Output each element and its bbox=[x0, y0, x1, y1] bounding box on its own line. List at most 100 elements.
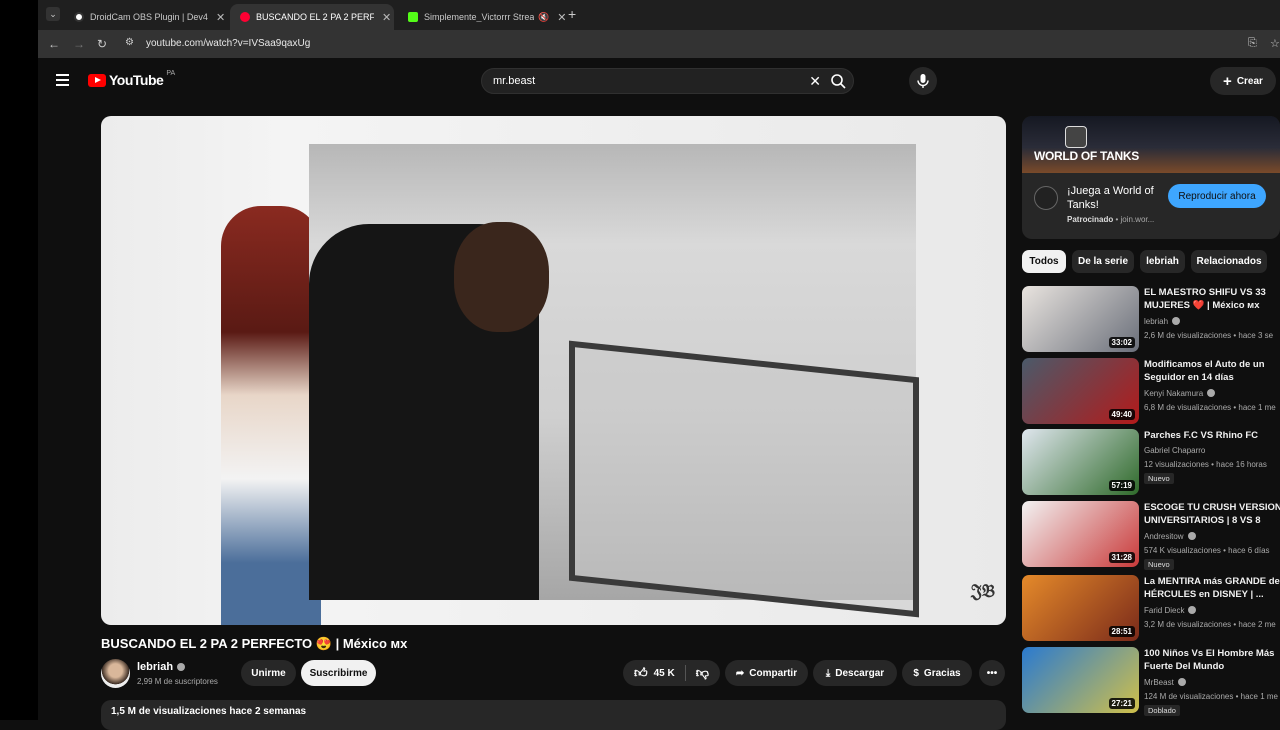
video-frame bbox=[309, 144, 919, 618]
clear-search-icon[interactable]: ✕ bbox=[809, 73, 821, 90]
channel-text: MrBeast bbox=[1144, 678, 1174, 687]
tab-droidcam[interactable]: DroidCam OBS Plugin | Dev47A ✕ bbox=[64, 4, 226, 30]
reload-icon[interactable]: ↻ bbox=[97, 37, 107, 51]
recommendation-meta: 574 K visualizaciones • hace 6 días bbox=[1144, 546, 1270, 555]
ad-brand-text: WORLD OF TANKS bbox=[1034, 149, 1139, 163]
ad-domain: join.wor... bbox=[1120, 215, 1155, 224]
create-label: Crear bbox=[1236, 75, 1263, 87]
close-tab-icon[interactable]: ✕ bbox=[382, 11, 391, 24]
background-dancer bbox=[221, 206, 321, 625]
title-line-1: Parches F.C VS Rhino FC bbox=[1144, 430, 1259, 441]
duration-badge: 31:28 bbox=[1108, 552, 1135, 563]
more-actions-button[interactable]: ••• bbox=[979, 660, 1005, 686]
chip-relacionados[interactable]: Relacionados bbox=[1191, 250, 1267, 273]
download-label: Descargar bbox=[835, 667, 885, 679]
video-title: BUSCANDO EL 2 PA 2 PERFECTO 😍 | México ᴍ… bbox=[101, 636, 408, 651]
forward-icon[interactable]: → bbox=[73, 37, 85, 51]
recommendation-item[interactable]: 31:28 ESCOGE TU CRUSH VERSION UNIVERSITAR… bbox=[1022, 501, 1280, 570]
title-line-1: Modificamos el Auto de un bbox=[1144, 359, 1265, 370]
recommendation-item[interactable]: 49:40 Modificamos el Auto de un Seguidor … bbox=[1022, 358, 1280, 424]
recommendation-title: Modificamos el Auto de un Seguidor en 14 … bbox=[1144, 358, 1280, 384]
recommendation-item[interactable]: 57:19 Parches F.C VS Rhino FC Gabriel Ch… bbox=[1022, 429, 1280, 495]
chip-todos[interactable]: Todos bbox=[1022, 250, 1066, 273]
channel-avatar[interactable] bbox=[101, 659, 130, 688]
channel-text: Kenyi Nakamura bbox=[1144, 389, 1204, 398]
chip-lebriah[interactable]: lebriah bbox=[1140, 250, 1185, 273]
muted-icon[interactable]: 🔇 bbox=[538, 12, 549, 23]
recommendation-item[interactable]: 28:51 La MENTIRA más GRANDE de HÉRCULES e… bbox=[1022, 575, 1280, 641]
title-line-1: La MENTIRA más GRANDE de bbox=[1144, 576, 1280, 587]
like-dislike-group: 👍︎ 45 K 👎︎ bbox=[623, 660, 720, 686]
recommendation-channel: Kenyi Nakamura bbox=[1144, 389, 1216, 398]
recommendation-meta: 2,6 M de visualizaciones • hace 3 se bbox=[1144, 331, 1274, 340]
install-app-icon[interactable]: ⎘ bbox=[1248, 37, 1257, 50]
site-settings-icon[interactable]: ⚙ bbox=[125, 37, 134, 48]
tab-youtube-video[interactable]: BUSCANDO EL 2 PA 2 PERFECTO ✕ bbox=[230, 4, 394, 30]
plus-icon: + bbox=[1223, 72, 1232, 90]
chip-label: Relacionados bbox=[1196, 256, 1262, 267]
search-icon bbox=[831, 74, 846, 89]
recommendation-title: Parches F.C VS Rhino FC bbox=[1144, 429, 1280, 442]
dislike-button[interactable]: 👎︎ bbox=[686, 665, 709, 681]
video-player[interactable]: 𝔍𝔅 bbox=[101, 116, 1006, 625]
title-line-1: 100 Niños Vs El Hombre Más bbox=[1144, 648, 1275, 659]
chip-label: De la serie bbox=[1077, 256, 1129, 267]
youtube-icon bbox=[240, 12, 250, 22]
channel-text: Farid Dieck bbox=[1144, 606, 1185, 615]
tab-title: DroidCam OBS Plugin | Dev47A bbox=[90, 12, 208, 22]
chip-label: Todos bbox=[1029, 256, 1059, 267]
verified-icon bbox=[1187, 532, 1196, 540]
search-button[interactable] bbox=[825, 69, 853, 93]
recommendation-item[interactable]: 27:21 100 Niños Vs El Hombre Más Fuerte D… bbox=[1022, 647, 1280, 716]
thumbs-up-icon: 👍︎ bbox=[634, 665, 648, 680]
voice-search-button[interactable] bbox=[909, 67, 937, 95]
sponsored-ad-card[interactable]: WORLD OF TANKS ¡Juega a World of Tanks! … bbox=[1022, 116, 1280, 239]
tab-list-chevron-icon[interactable]: ⌄ bbox=[46, 7, 60, 21]
verified-icon bbox=[177, 663, 186, 671]
play-now-label: Reproducir ahora bbox=[1178, 190, 1256, 202]
subscribe-label: Suscribirme bbox=[309, 667, 368, 679]
ad-title: ¡Juega a World of Tanks! bbox=[1067, 185, 1154, 211]
new-badge: Nuevo bbox=[1144, 473, 1174, 484]
duration-badge: 49:40 bbox=[1108, 409, 1135, 420]
title-line-1: EL MAESTRO SHIFU VS 33 bbox=[1144, 287, 1266, 298]
verified-icon bbox=[1207, 389, 1216, 397]
channel-name[interactable]: lebriah bbox=[137, 661, 186, 673]
recommendation-thumbnail: 31:28 bbox=[1022, 501, 1139, 567]
recommendation-item[interactable]: 33:02 EL MAESTRO SHIFU VS 33 MUJERES ❤️ |… bbox=[1022, 286, 1280, 352]
recommendation-meta: 12 visualizaciones • hace 16 horas bbox=[1144, 460, 1267, 469]
subscribe-button[interactable]: Suscribirme bbox=[301, 660, 376, 686]
share-button[interactable]: ➦ Compartir bbox=[725, 660, 808, 686]
recommendation-thumbnail: 27:21 bbox=[1022, 647, 1139, 713]
recommendation-thumbnail: 33:02 bbox=[1022, 286, 1139, 352]
tab-kick-stream[interactable]: Simplemente_Victorrr Strea 🔇 ✕ bbox=[398, 4, 570, 30]
search-input[interactable]: mr.beast bbox=[493, 75, 535, 87]
recommendation-channel: Gabriel Chaparro bbox=[1144, 446, 1206, 455]
bookmark-star-icon[interactable]: ☆ bbox=[1270, 37, 1280, 50]
play-now-button[interactable]: Reproducir ahora bbox=[1168, 184, 1266, 208]
join-button[interactable]: Unirme bbox=[241, 660, 296, 686]
search-box[interactable]: mr.beast ✕ bbox=[481, 68, 854, 94]
download-button[interactable]: ⤓ Descargar bbox=[813, 660, 897, 686]
new-tab-icon[interactable]: + bbox=[568, 6, 576, 22]
description-box[interactable]: 1,5 M de visualizaciones hace 2 semanas bbox=[101, 700, 1006, 730]
title-line-2: UNIVERSITARIOS | 8 VS 8 bbox=[1144, 515, 1261, 526]
more-dots-icon: ••• bbox=[986, 667, 998, 679]
youtube-logo[interactable]: YouTube PA bbox=[88, 69, 176, 88]
like-button[interactable]: 👍︎ 45 K bbox=[634, 665, 686, 681]
join-label: Unirme bbox=[251, 667, 286, 679]
advertiser-icon bbox=[1034, 186, 1058, 210]
thanks-button[interactable]: $ Gracias bbox=[902, 660, 972, 686]
chip-label: lebriah bbox=[1146, 256, 1179, 267]
youtube-header: YouTube PA mr.beast ✕ + Crear bbox=[38, 58, 1280, 104]
chip-de-la-serie[interactable]: De la serie bbox=[1072, 250, 1134, 273]
country-code: PA bbox=[166, 69, 176, 77]
close-tab-icon[interactable]: ✕ bbox=[557, 11, 566, 24]
close-tab-icon[interactable]: ✕ bbox=[216, 11, 225, 24]
recommendation-title: EL MAESTRO SHIFU VS 33 MUJERES ❤️ | Méxic… bbox=[1144, 286, 1280, 312]
back-icon[interactable]: ← bbox=[48, 37, 60, 51]
url-field[interactable]: youtube.com/watch?v=IVSaa9qaxUg bbox=[146, 38, 310, 49]
github-icon bbox=[74, 12, 84, 22]
create-button[interactable]: + Crear bbox=[1210, 67, 1276, 95]
menu-icon[interactable] bbox=[56, 74, 69, 89]
